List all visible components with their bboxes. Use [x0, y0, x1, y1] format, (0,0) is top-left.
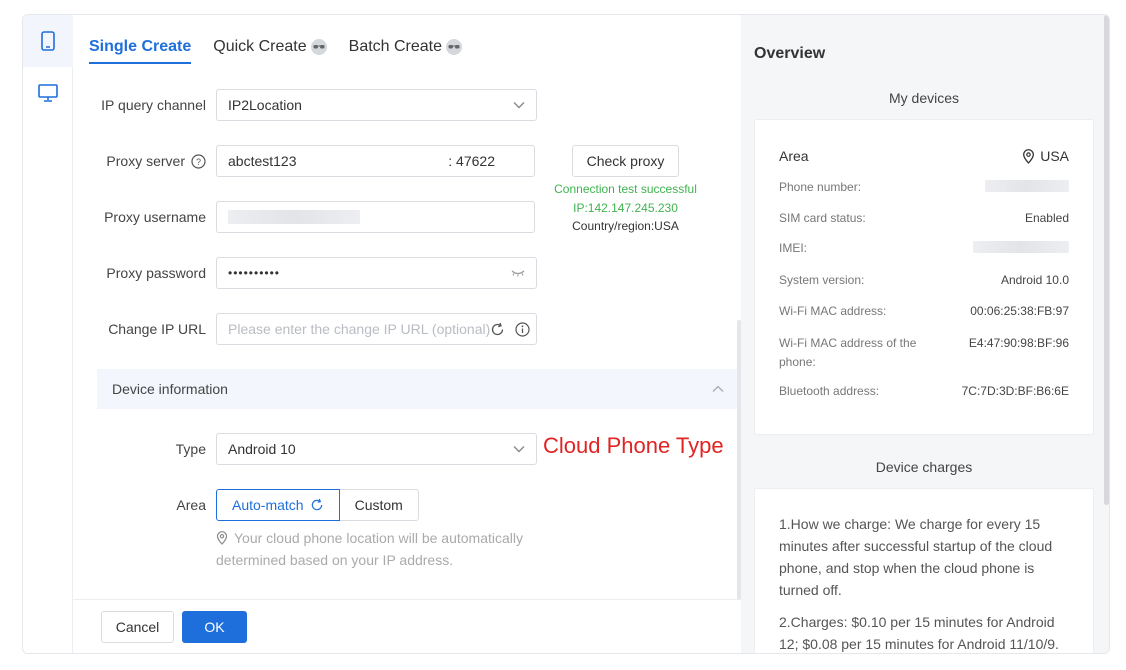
- device-charges-card: 1.How we charge: We charge for every 15 …: [754, 488, 1094, 653]
- device-charges-heading: Device charges: [875, 459, 973, 475]
- sunglasses-icon: [310, 39, 327, 55]
- side-rail: [23, 15, 73, 653]
- overview-scrollbar[interactable]: [1104, 15, 1109, 505]
- redacted-phone-number: [985, 180, 1069, 192]
- device-info-section-header[interactable]: Device information: [97, 369, 739, 409]
- redacted-imei: [973, 241, 1069, 253]
- imei-row: IMEI:: [779, 241, 1069, 255]
- area-row: Area USA: [779, 148, 1069, 164]
- change-ip-input[interactable]: Please enter the change IP URL (optional…: [216, 313, 537, 345]
- proxy-username-label: Proxy username: [104, 209, 206, 225]
- create-tabs: Single Create Quick Create Batch Create: [89, 35, 463, 64]
- refresh-icon[interactable]: [490, 322, 505, 337]
- tab-quick-create[interactable]: Quick Create: [213, 35, 327, 59]
- overview-title: Overview: [754, 45, 826, 62]
- proxy-username-row: Proxy username: [73, 201, 713, 233]
- proxy-server-label: Proxy server ?: [106, 153, 206, 169]
- my-devices-heading: My devices: [888, 90, 960, 106]
- chevron-down-icon: [513, 446, 525, 453]
- app-window: Single Create Quick Create Batch Create …: [22, 14, 1110, 654]
- charge-rule-2: 2.Charges: $0.10 per 15 minutes for Andr…: [779, 614, 1059, 652]
- proxy-port-input[interactable]: : 47622: [448, 153, 495, 169]
- phone-wifi-mac-row: Wi-Fi MAC address of the phone: E4:47:90…: [779, 336, 1069, 369]
- help-circle-icon[interactable]: ?: [191, 153, 206, 169]
- form-footer: Cancel OK: [73, 599, 741, 653]
- cloud-phone-type-annotation: Cloud Phone Type: [543, 433, 724, 458]
- desktop-monitor-icon: [38, 84, 58, 102]
- device-type-select[interactable]: Android 10: [216, 433, 537, 465]
- area-segmented-control: Auto-match Custom: [216, 489, 419, 521]
- overview-panel: Overview My devices Area USA Phone numbe…: [741, 15, 1109, 653]
- connection-status-text: Connection test successful: [554, 182, 697, 196]
- ip-channel-label: IP query channel: [101, 97, 206, 113]
- change-ip-label: Change IP URL: [108, 321, 206, 337]
- mobile-phone-icon: [41, 31, 55, 51]
- ip-channel-select[interactable]: IP2Location: [216, 89, 537, 121]
- location-pin-icon: [216, 531, 228, 545]
- cancel-button[interactable]: Cancel: [101, 611, 174, 643]
- auto-match-button[interactable]: Auto-match: [216, 489, 340, 521]
- create-form: Single Create Quick Create Batch Create …: [73, 15, 741, 653]
- proxy-username-input[interactable]: [216, 201, 535, 233]
- ip-channel-row: IP query channel IP2Location: [73, 89, 713, 121]
- device-details-card: Area USA Phone number: SIM card status: …: [754, 119, 1094, 435]
- ok-button[interactable]: OK: [182, 611, 247, 643]
- rail-desktop-button[interactable]: [23, 67, 73, 119]
- svg-text:?: ?: [196, 157, 201, 167]
- device-area-row: Area Auto-match Custom: [73, 489, 713, 521]
- change-ip-row: Change IP URL Please enter the change IP…: [73, 313, 713, 345]
- tab-single-create[interactable]: Single Create: [89, 35, 192, 64]
- wifi-mac-row: Wi-Fi MAC address: 00:06:25:38:FB:97: [779, 304, 1069, 318]
- chevron-down-icon: [513, 102, 525, 109]
- location-pin-icon: [1023, 148, 1035, 164]
- redacted-username: [228, 210, 360, 224]
- proxy-password-row: Proxy password ••••••••••: [73, 257, 713, 289]
- sim-status-row: SIM card status: Enabled: [779, 211, 1069, 225]
- chevron-up-icon: [712, 385, 724, 392]
- charge-rule-1: 1.How we charge: We charge for every 15 …: [779, 516, 1053, 598]
- sunglasses-icon: [446, 39, 463, 55]
- refresh-icon: [311, 498, 322, 511]
- device-area-label: Area: [176, 497, 206, 513]
- info-circle-icon[interactable]: [515, 321, 530, 337]
- device-type-label: Type: [175, 441, 206, 457]
- check-proxy-button[interactable]: Check proxy: [572, 145, 679, 177]
- proxy-server-input[interactable]: abctest123 : 47622: [216, 145, 535, 177]
- area-hint: Your cloud phone location will be automa…: [216, 530, 523, 568]
- bluetooth-row: Bluetooth address: 7C:7D:3D:BF:B6:6E: [779, 384, 1069, 398]
- custom-area-button[interactable]: Custom: [339, 489, 419, 521]
- eye-closed-icon[interactable]: [511, 269, 525, 277]
- system-version-row: System version: Android 10.0: [779, 273, 1069, 287]
- proxy-password-label: Proxy password: [106, 265, 206, 281]
- proxy-password-input[interactable]: ••••••••••: [216, 257, 537, 289]
- rail-phone-button[interactable]: [23, 15, 73, 67]
- phone-number-row: Phone number:: [779, 180, 1069, 194]
- tab-batch-create[interactable]: Batch Create: [349, 35, 463, 59]
